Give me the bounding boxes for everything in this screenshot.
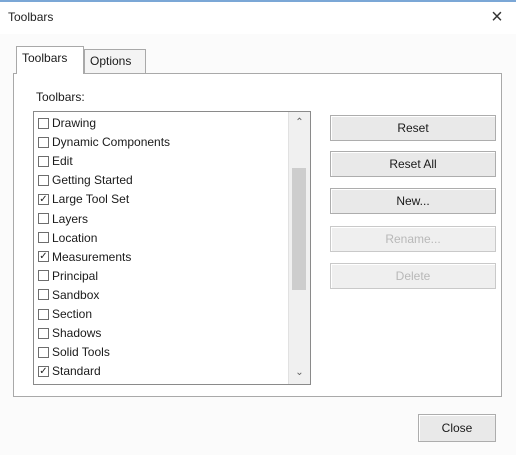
checkbox[interactable] bbox=[38, 174, 49, 186]
toolbar-list-item[interactable]: Location bbox=[38, 230, 97, 246]
toolbar-list-item-label: Principal bbox=[52, 268, 99, 283]
checkbox[interactable] bbox=[38, 289, 49, 301]
toolbar-list-item-label: Standard bbox=[52, 364, 101, 379]
tab-toolbars[interactable]: Toolbars bbox=[16, 46, 84, 74]
checkbox[interactable] bbox=[38, 346, 49, 358]
toolbar-list-item[interactable]: Edit bbox=[38, 153, 73, 169]
toolbar-list-item-label: Section bbox=[52, 307, 93, 321]
checkbox[interactable]: ✓ bbox=[38, 365, 49, 377]
scroll-up-icon[interactable]: ⌃ bbox=[289, 114, 310, 132]
toolbar-list-item[interactable]: Drawing bbox=[38, 115, 96, 131]
checkbox[interactable]: ✓ bbox=[38, 193, 49, 205]
toolbar-list-item[interactable]: ✓ Large Tool Set bbox=[38, 191, 129, 207]
checkbox[interactable] bbox=[38, 327, 49, 339]
toolbar-listbox[interactable]: Drawing Dynamic Components Edit Getting Sta… bbox=[33, 111, 311, 385]
checkbox[interactable] bbox=[38, 308, 49, 320]
toolbar-list-item-label: Getting Started bbox=[52, 173, 133, 188]
toolbar-list-item[interactable]: Sandbox bbox=[38, 287, 99, 303]
reset-all-button[interactable]: Reset All bbox=[330, 151, 496, 177]
toolbar-list-item-label: Solid Tools bbox=[52, 345, 110, 360]
checkbox[interactable]: ✓ bbox=[38, 251, 49, 263]
delete-button[interactable]: Delete bbox=[330, 263, 496, 289]
toolbar-list-item-label: Measurements bbox=[52, 249, 132, 264]
checkbox[interactable] bbox=[38, 117, 49, 129]
vertical-scrollbar[interactable]: ⌃ ⌄ bbox=[288, 112, 310, 384]
checkbox[interactable] bbox=[38, 136, 49, 148]
close-icon[interactable]: × bbox=[486, 6, 508, 28]
rename-button[interactable]: Rename... bbox=[330, 226, 496, 252]
title-bar: Toolbars × bbox=[0, 0, 516, 34]
toolbar-list-item[interactable]: ✓ Measurements bbox=[38, 249, 131, 265]
toolbar-list-item[interactable]: Getting Started bbox=[38, 172, 133, 188]
toolbar-list-item-label: Shadows bbox=[52, 326, 102, 341]
toolbar-list-item[interactable]: Dynamic Components bbox=[38, 134, 170, 150]
reset-button[interactable]: Reset bbox=[330, 115, 496, 141]
close-button[interactable]: Close bbox=[418, 414, 496, 442]
toolbar-list-item-label: Drawing bbox=[52, 116, 97, 130]
new-button[interactable]: New... bbox=[330, 188, 496, 214]
tab-options[interactable]: Options bbox=[84, 49, 146, 73]
toolbar-list-item[interactable]: Shadows bbox=[38, 325, 101, 341]
checkbox[interactable] bbox=[38, 232, 49, 244]
scroll-down-icon[interactable]: ⌄ bbox=[289, 364, 310, 382]
toolbar-list-item-label: Edit bbox=[52, 154, 73, 169]
toolbar-list-item-label: Layers bbox=[52, 211, 89, 226]
toolbar-list-item[interactable]: Principal bbox=[38, 268, 98, 284]
toolbars-label: Toolbars: bbox=[36, 90, 85, 104]
checkbox[interactable] bbox=[38, 270, 49, 282]
toolbar-list-item[interactable]: Layers bbox=[38, 211, 88, 227]
scroll-thumb[interactable] bbox=[292, 168, 306, 290]
toolbar-list-item-label: Location bbox=[52, 230, 98, 245]
window-title: Toolbars bbox=[8, 10, 54, 24]
toolbar-list-item[interactable]: Solid Tools bbox=[38, 344, 110, 360]
toolbar-list-item[interactable]: Section bbox=[38, 306, 92, 322]
toolbar-list-item[interactable]: ✓ Standard bbox=[38, 363, 101, 379]
checkbox[interactable] bbox=[38, 155, 49, 167]
toolbar-list-item-label: Dynamic Components bbox=[52, 135, 171, 150]
checkbox[interactable] bbox=[38, 213, 49, 224]
toolbar-list-item-label: Large Tool Set bbox=[52, 192, 130, 207]
toolbar-list-item-label: Sandbox bbox=[52, 287, 100, 302]
